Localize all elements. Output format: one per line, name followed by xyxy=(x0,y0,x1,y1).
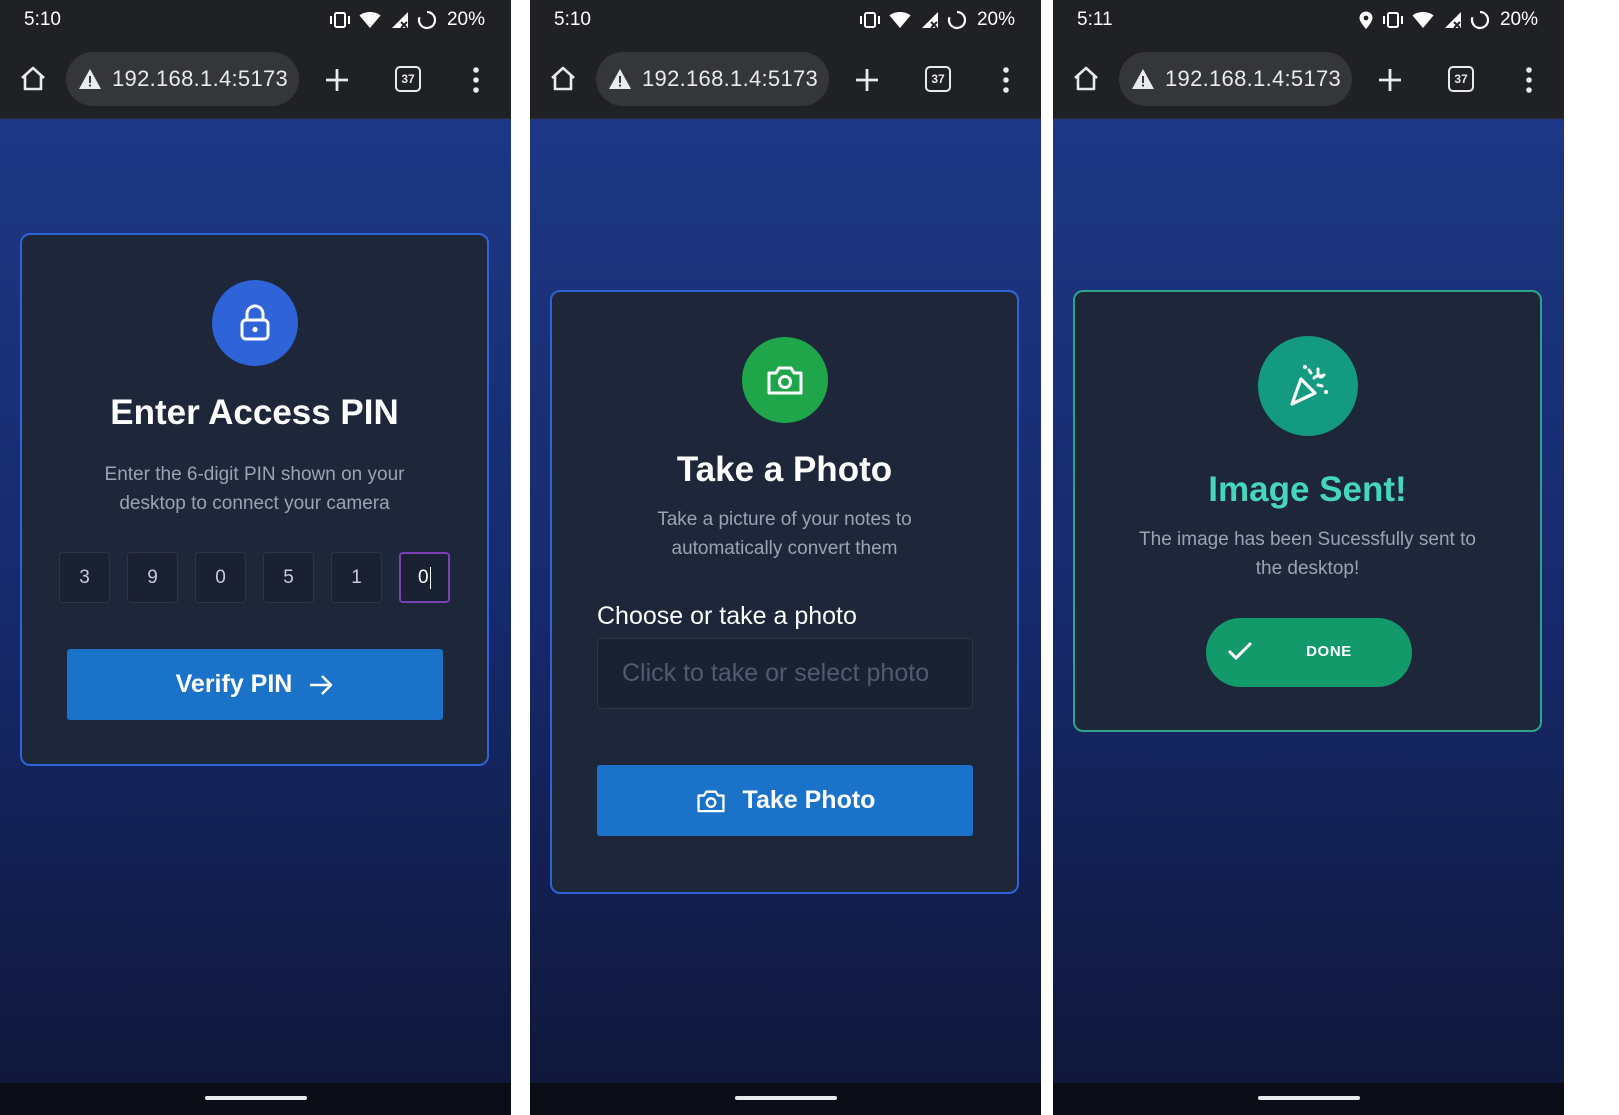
success-badge xyxy=(1257,336,1358,436)
address-bar[interactable]: 192.168.1.4:5173 xyxy=(596,52,829,106)
plus-icon[interactable] xyxy=(1376,66,1404,94)
pin-digit-5[interactable]: 1 xyxy=(331,552,382,603)
browser-toolbar: 192.168.1.4:5173 37 xyxy=(1053,40,1564,119)
signal-icon xyxy=(921,12,938,29)
subtitle-line: The image has been Sucessfully sent to xyxy=(1139,529,1476,550)
pin-card: Enter Access PIN Enter the 6-digit PIN s… xyxy=(20,233,489,766)
warning-icon[interactable] xyxy=(1131,68,1155,90)
address-bar[interactable]: 192.168.1.4:5173 xyxy=(1119,52,1352,106)
pin-digit-2[interactable]: 9 xyxy=(127,552,178,603)
camera-icon xyxy=(696,790,725,812)
subtitle-line: Take a picture of your notes to xyxy=(657,509,912,530)
photo-file-input[interactable]: Click to take or select photo xyxy=(597,638,973,709)
battery-percent: 20% xyxy=(446,9,485,30)
vibrate-icon xyxy=(1382,12,1403,28)
pin-digit-1[interactable]: 3 xyxy=(59,552,110,603)
tab-switcher-button[interactable]: 37 xyxy=(395,66,421,92)
status-time: 5:10 xyxy=(554,9,591,30)
pin-input-row: 3 9 0 5 1 0 xyxy=(59,552,453,604)
pin-digit-6-value: 0 xyxy=(417,566,429,588)
done-button[interactable]: DONE xyxy=(1206,618,1412,687)
photo-card: Take a Photo Take a picture of your note… xyxy=(550,290,1019,894)
battery-saver-icon xyxy=(1470,10,1490,30)
browser-toolbar: 192.168.1.4:5173 37 xyxy=(0,40,511,119)
phone-screen-sent: 5:11 20% 192.168.1.4:5173 37 Image Sent!… xyxy=(1053,0,1564,1115)
subtitle-line: the desktop! xyxy=(1255,558,1360,579)
url-text: 192.168.1.4:5173 xyxy=(642,66,819,91)
status-bar: 5:11 20% xyxy=(1053,0,1564,40)
take-photo-label: Take Photo xyxy=(742,786,876,814)
phone-screen-photo: 5:10 20% 192.168.1.4:5173 37 Take a Phot… xyxy=(530,0,1041,1115)
home-gesture-handle[interactable] xyxy=(1257,1096,1360,1100)
warning-icon[interactable] xyxy=(78,68,102,90)
page-title: Enter Access PIN xyxy=(110,393,399,432)
home-gesture-handle[interactable] xyxy=(204,1096,307,1100)
verify-pin-button[interactable]: Verify PIN xyxy=(67,649,443,720)
success-card: Image Sent! The image has been Sucessful… xyxy=(1073,290,1542,732)
location-icon xyxy=(1359,11,1373,29)
battery-percent: 20% xyxy=(976,9,1015,30)
status-time: 5:10 xyxy=(24,9,61,30)
browser-toolbar: 192.168.1.4:5173 37 xyxy=(530,40,1041,119)
address-bar[interactable]: 192.168.1.4:5173 xyxy=(66,52,299,106)
status-icons: 20% xyxy=(1358,8,1538,32)
phone-screen-pin: 5:10 20% 192.168.1.4:5173 37 Enter Acces… xyxy=(0,0,511,1115)
page-subtitle: The image has been Sucessfully sent to t… xyxy=(1075,525,1540,583)
subtitle-line: Enter the 6-digit PIN shown on your xyxy=(104,464,405,485)
subtitle-line: automatically convert them xyxy=(671,538,898,559)
warning-icon[interactable] xyxy=(608,68,632,90)
more-vert-icon[interactable] xyxy=(466,66,486,94)
lock-icon xyxy=(240,304,269,341)
battery-saver-icon xyxy=(947,10,967,30)
page-subtitle: Enter the 6-digit PIN shown on your desk… xyxy=(22,460,487,518)
lock-badge xyxy=(211,280,298,366)
photo-field-label: Choose or take a photo xyxy=(597,602,857,630)
vibrate-icon xyxy=(329,12,350,28)
tab-switcher-button[interactable]: 37 xyxy=(925,66,951,92)
wifi-icon xyxy=(1412,12,1434,28)
wifi-icon xyxy=(359,12,381,28)
more-vert-icon[interactable] xyxy=(1519,66,1539,94)
tab-switcher-button[interactable]: 37 xyxy=(1448,66,1474,92)
home-gesture-handle[interactable] xyxy=(734,1096,837,1100)
wifi-icon xyxy=(889,12,911,28)
status-bar: 5:10 20% xyxy=(0,0,511,40)
pin-digit-3[interactable]: 0 xyxy=(195,552,246,603)
take-photo-button[interactable]: Take Photo xyxy=(597,765,973,836)
url-text: 192.168.1.4:5173 xyxy=(1165,66,1342,91)
pin-digit-4[interactable]: 5 xyxy=(263,552,314,603)
page-subtitle: Take a picture of your notes to automati… xyxy=(552,505,1017,563)
subtitle-line: desktop to connect your camera xyxy=(119,493,390,514)
signal-icon xyxy=(391,12,408,29)
status-time: 5:11 xyxy=(1077,9,1113,30)
page-title: Take a Photo xyxy=(676,450,893,489)
url-text: 192.168.1.4:5173 xyxy=(112,66,289,91)
more-vert-icon[interactable] xyxy=(996,66,1016,94)
plus-icon[interactable] xyxy=(323,66,351,94)
status-icons: 20% xyxy=(329,8,485,32)
plus-icon[interactable] xyxy=(853,66,881,94)
status-icons: 20% xyxy=(859,8,1015,32)
page-title: Image Sent! xyxy=(1208,470,1407,509)
verify-pin-label: Verify PIN xyxy=(175,670,293,698)
party-popper-icon xyxy=(1289,365,1328,406)
camera-badge xyxy=(741,337,828,423)
camera-icon xyxy=(767,366,802,395)
signal-icon xyxy=(1444,12,1461,29)
gesture-nav-bar xyxy=(530,1083,1041,1115)
vibrate-icon xyxy=(859,12,880,28)
status-bar: 5:10 20% xyxy=(530,0,1041,40)
battery-percent: 20% xyxy=(1499,9,1538,30)
pin-digit-6[interactable]: 0 xyxy=(399,552,450,603)
battery-saver-icon xyxy=(417,10,437,30)
home-icon[interactable] xyxy=(548,64,578,94)
home-icon[interactable] xyxy=(1071,64,1101,94)
text-caret xyxy=(429,566,432,589)
gesture-nav-bar xyxy=(1053,1083,1564,1115)
gesture-nav-bar xyxy=(0,1083,511,1115)
home-icon[interactable] xyxy=(18,64,48,94)
arrow-right-icon xyxy=(310,674,333,695)
done-label: DONE xyxy=(1306,643,1352,660)
